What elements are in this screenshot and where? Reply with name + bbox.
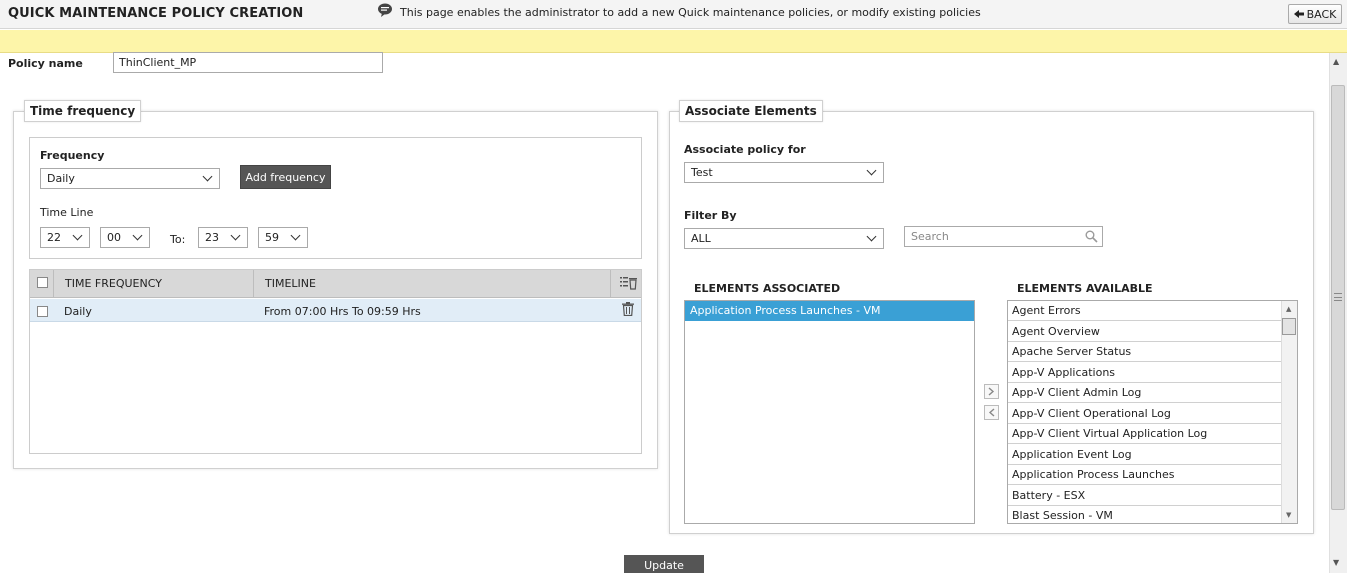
chevron-down-icon [230, 230, 241, 241]
back-button[interactable]: BACK [1288, 4, 1342, 24]
row-checkbox[interactable] [37, 306, 48, 317]
frequency-select[interactable]: Daily [40, 168, 220, 189]
from-minute-select[interactable]: 00 [100, 227, 150, 248]
list-item[interactable]: Agent Overview [1008, 322, 1281, 342]
from-hour-select[interactable]: 22 [40, 227, 90, 248]
to-minute-select[interactable]: 59 [258, 227, 308, 248]
to-hour-select[interactable]: 23 [198, 227, 248, 248]
policy-name-label: Policy name [8, 57, 83, 70]
available-elements-list[interactable]: Agent Errors Agent Overview Apache Serve… [1007, 300, 1298, 524]
column-divider [53, 270, 54, 298]
info-text: This page enables the administrator to a… [400, 6, 981, 19]
scroll-down-icon[interactable]: ▼ [1333, 558, 1339, 567]
column-divider [610, 270, 611, 298]
chevron-down-icon [72, 230, 83, 241]
list-item[interactable]: App-V Applications [1008, 363, 1281, 383]
search-placeholder: Search [911, 230, 949, 243]
chevron-right-icon [988, 387, 995, 396]
chevron-down-icon [132, 230, 143, 241]
column-header-frequency: TIME FREQUENCY [65, 277, 162, 290]
add-frequency-button[interactable]: Add frequency [240, 165, 331, 189]
list-item[interactable]: Application Process Launches - VM [685, 301, 974, 321]
filter-by-select[interactable]: ALL [684, 228, 884, 249]
move-left-button[interactable] [984, 405, 999, 420]
chevron-left-icon [988, 408, 995, 417]
list-item[interactable]: Battery - ESX [1008, 486, 1281, 506]
trash-icon[interactable] [622, 302, 634, 316]
list-scroll-thumb[interactable] [1282, 318, 1296, 335]
column-header-timeline: TIMELINE [265, 277, 316, 290]
policy-name-input[interactable] [113, 52, 383, 73]
associate-elements-legend: Associate Elements [679, 100, 823, 122]
list-scroll-up-icon[interactable]: ▲ [1286, 305, 1291, 313]
associate-policy-for-label: Associate policy for [684, 143, 806, 156]
chevron-down-icon [290, 230, 301, 241]
filter-by-value: ALL [691, 232, 711, 245]
to-hour-value: 23 [205, 231, 219, 244]
frequency-value: Daily [47, 172, 75, 185]
scroll-up-icon[interactable]: ▲ [1333, 57, 1339, 66]
back-arrow-icon [1293, 10, 1304, 18]
from-hour-value: 22 [47, 231, 61, 244]
list-item[interactable]: Application Event Log [1008, 445, 1281, 465]
list-scroll-down-icon[interactable]: ▼ [1286, 511, 1291, 519]
associate-policy-for-value: Test [691, 166, 713, 179]
filter-by-label: Filter By [684, 209, 737, 222]
info-bar [0, 30, 1347, 53]
list-item[interactable]: Agent Errors [1008, 301, 1281, 321]
move-right-button[interactable] [984, 384, 999, 399]
search-icon[interactable] [1085, 230, 1098, 243]
chevron-down-icon [866, 231, 877, 242]
chevron-down-icon [866, 165, 877, 176]
column-delete-icon[interactable] [620, 276, 638, 290]
list-item[interactable]: Apache Server Status [1008, 342, 1281, 362]
update-button[interactable]: Update [624, 555, 704, 573]
list-item[interactable]: App-V Client Admin Log [1008, 383, 1281, 403]
list-item[interactable]: App-V Client Virtual Application Log [1008, 424, 1281, 444]
elements-associated-header: ELEMENTS ASSOCIATED [694, 282, 841, 295]
row-frequency: Daily [64, 305, 92, 318]
list-item[interactable]: App-V Client Operational Log [1008, 404, 1281, 424]
page-title: QUICK MAINTENANCE POLICY CREATION [8, 6, 304, 21]
timeline-label: Time Line [40, 206, 94, 219]
from-minute-value: 00 [107, 231, 121, 244]
associate-policy-for-select[interactable]: Test [684, 162, 884, 183]
time-frequency-legend: Time frequency [24, 100, 142, 122]
to-label: To: [170, 233, 186, 246]
row-timeline: From 07:00 Hrs To 09:59 Hrs [264, 305, 421, 318]
scroll-grip-icon [1334, 293, 1342, 301]
to-minute-value: 59 [265, 231, 279, 244]
back-label: BACK [1306, 7, 1337, 21]
column-divider [253, 270, 254, 298]
frequency-label: Frequency [40, 149, 105, 162]
speech-bubble-icon [378, 3, 392, 17]
chevron-down-icon [202, 171, 213, 182]
list-item[interactable]: Application Process Launches [1008, 465, 1281, 485]
elements-available-header: ELEMENTS AVAILABLE [1017, 282, 1153, 295]
select-all-checkbox[interactable] [37, 277, 48, 288]
associated-elements-list[interactable] [684, 300, 975, 524]
search-input[interactable]: Search [904, 226, 1103, 247]
list-item[interactable]: Blast Session - VM [1008, 506, 1281, 523]
